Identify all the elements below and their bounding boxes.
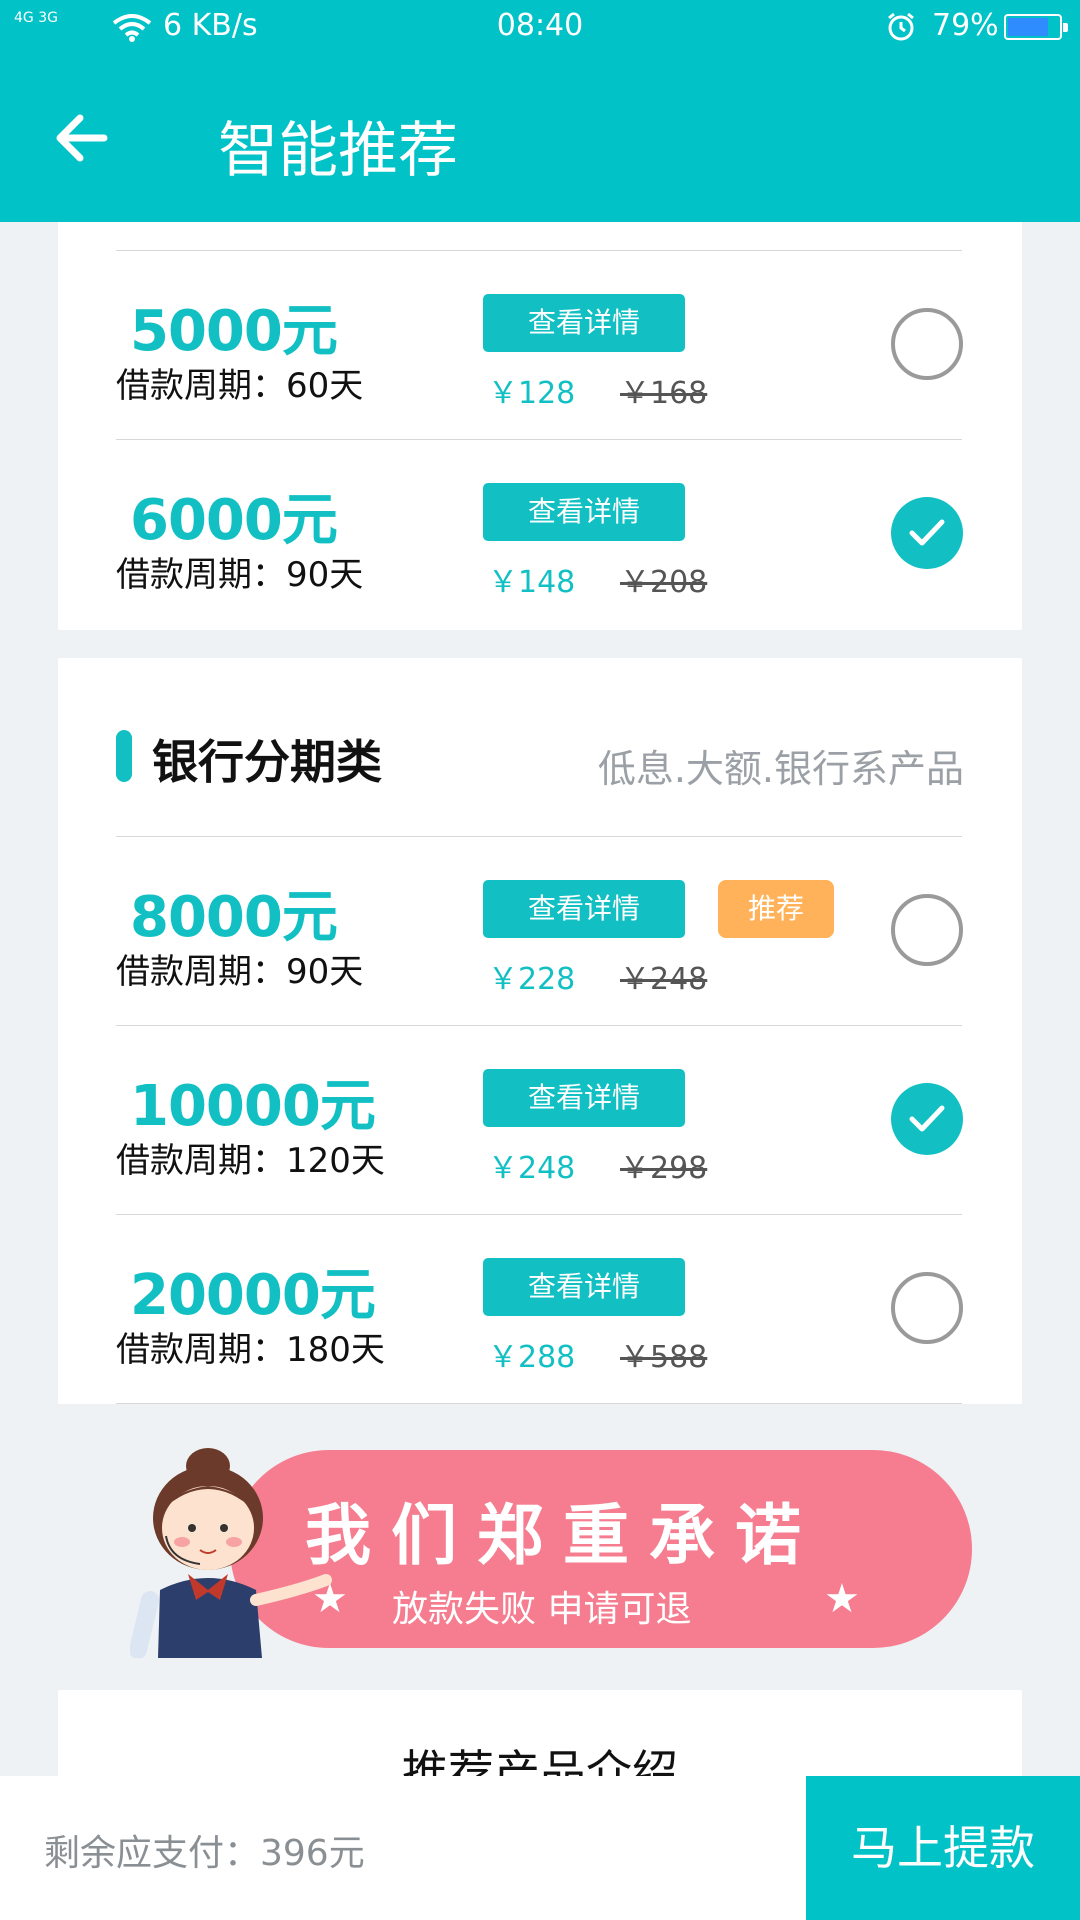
- section-subtitle: 低息.大额.银行系产品: [597, 747, 964, 791]
- section-title: 银行分期类: [152, 735, 382, 789]
- remaining-payment: 剩余应支付：396元: [44, 1833, 365, 1874]
- checkmark-icon: [909, 1105, 945, 1132]
- checkmark-icon: [909, 519, 945, 546]
- select-radio[interactable]: [891, 1272, 963, 1344]
- loan-period: 借款周期：120天: [116, 1141, 385, 1181]
- loan-card-top: 5000元 借款周期：60天 查看详情 ￥128 ￥168 6000元 借款周期…: [58, 222, 1022, 630]
- loan-amount: 20000元: [130, 1263, 376, 1328]
- loan-amount: 5000元: [130, 299, 338, 364]
- view-details-button[interactable]: 查看详情: [483, 483, 685, 541]
- back-button[interactable]: [52, 108, 112, 168]
- star-icon: ★: [824, 1576, 860, 1622]
- view-details-button[interactable]: 查看详情: [483, 1069, 685, 1127]
- status-bar: 4G 3G 6 KB/s 08:40 79%: [0, 0, 1080, 56]
- view-details-button[interactable]: 查看详情: [483, 294, 685, 352]
- arrow-left-icon: [56, 114, 108, 162]
- view-details-button[interactable]: 查看详情: [483, 880, 685, 938]
- bottom-bar: 剩余应支付：396元 马上提款: [0, 1776, 1080, 1920]
- select-radio[interactable]: [891, 308, 963, 380]
- original-price: ￥588: [620, 1340, 708, 1375]
- original-price: ￥208: [620, 565, 708, 600]
- loan-amount: 8000元: [130, 885, 338, 950]
- page-title: 智能推荐: [218, 116, 458, 186]
- loan-row[interactable]: 6000元 借款周期：90天 查看详情 ￥148 ￥208: [58, 439, 1022, 628]
- loan-amount: 6000元: [130, 488, 338, 553]
- battery-percent: 79%: [932, 8, 999, 43]
- loan-row[interactable]: 10000元 借款周期：120天 查看详情 ￥248 ￥298: [58, 1025, 1022, 1214]
- select-radio[interactable]: [891, 894, 963, 966]
- price: ￥248: [488, 1151, 576, 1186]
- clock: 08:40: [496, 8, 584, 43]
- battery-icon: [1004, 14, 1068, 40]
- alarm-icon: [888, 12, 914, 41]
- recommend-badge: 推荐: [718, 880, 834, 938]
- customer-service-girl-illustration: [130, 1448, 332, 1658]
- header: 智能推荐: [0, 56, 1080, 222]
- original-price: ￥168: [620, 376, 708, 411]
- section-accent-bar: [116, 730, 132, 782]
- promise-banner: 我们郑重承诺 ★ 放款失败 申请可退 ★: [130, 1440, 972, 1658]
- loan-period: 借款周期：180天: [116, 1330, 385, 1370]
- view-details-button[interactable]: 查看详情: [483, 1258, 685, 1316]
- divider: [116, 1403, 962, 1404]
- bank-installment-card: 银行分期类 低息.大额.银行系产品 8000元 借款周期：90天 查看详情 推荐…: [58, 658, 1022, 1404]
- loan-amount: 10000元: [130, 1074, 376, 1139]
- loan-period: 借款周期：90天: [116, 555, 364, 595]
- price: ￥288: [488, 1340, 576, 1375]
- loan-row[interactable]: 8000元 借款周期：90天 查看详情 推荐 ￥228 ￥248: [58, 836, 1022, 1025]
- loan-period: 借款周期：90天: [116, 952, 364, 992]
- section-header: 银行分期类 低息.大额.银行系产品: [58, 658, 1022, 834]
- withdraw-now-button[interactable]: 马上提款: [806, 1776, 1080, 1920]
- banner-headline: 我们郑重承诺: [305, 1497, 821, 1574]
- price: ￥128: [488, 376, 576, 411]
- select-radio-checked[interactable]: [891, 497, 963, 569]
- loan-row[interactable]: 5000元 借款周期：60天 查看详情 ￥128 ￥168: [58, 250, 1022, 439]
- select-radio-checked[interactable]: [891, 1083, 963, 1155]
- price: ￥228: [488, 962, 576, 997]
- loan-row[interactable]: 20000元 借款周期：180天 查看详情 ￥288 ￥588: [58, 1214, 1022, 1403]
- banner-subline: 放款失败 申请可退: [392, 1589, 692, 1630]
- price: ￥148: [488, 565, 576, 600]
- original-price: ￥298: [620, 1151, 708, 1186]
- original-price: ￥248: [620, 962, 708, 997]
- loan-period: 借款周期：60天: [116, 366, 364, 406]
